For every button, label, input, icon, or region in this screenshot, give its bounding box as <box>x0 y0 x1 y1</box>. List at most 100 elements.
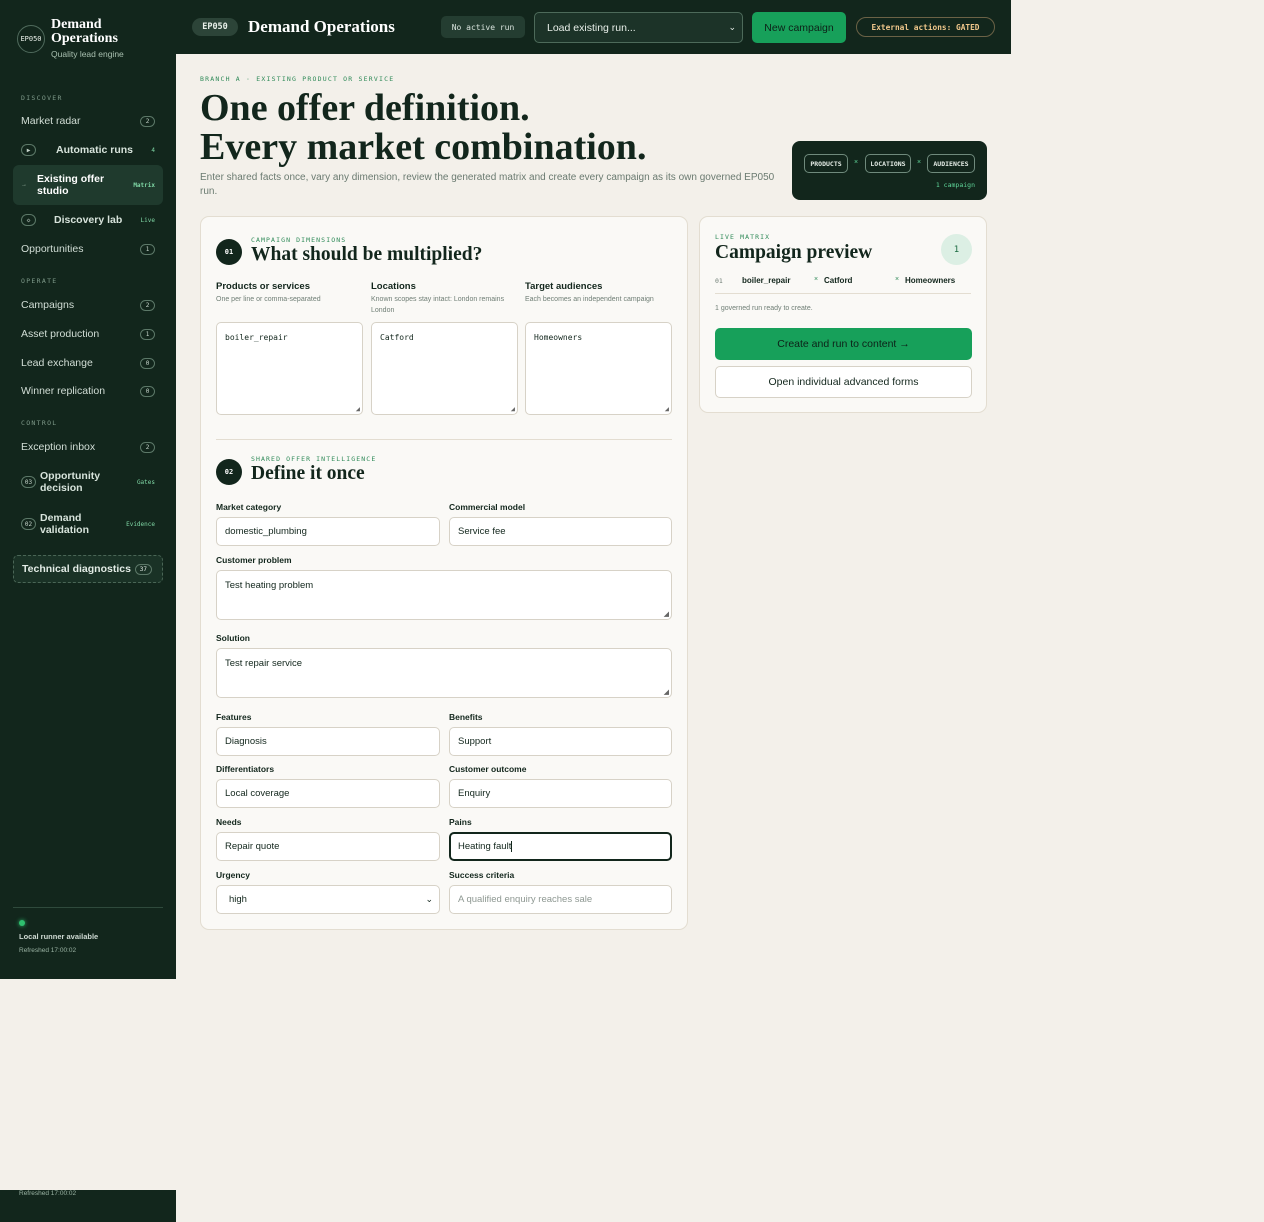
sidebar-item-opportunity-decision[interactable]: 03 Opportunity decision Gates <box>13 466 163 498</box>
market-category-input[interactable]: domestic_plumbing <box>216 517 440 546</box>
audiences-help: Each becomes an independent campaign <box>525 296 654 303</box>
section-discover: DISCOVER <box>21 94 63 102</box>
customer-problem-textarea[interactable]: Test heating problem ◢ <box>216 570 672 620</box>
products-help: One per line or comma-separated <box>216 296 321 303</box>
customer-problem-value: Test heating problem <box>225 580 314 591</box>
sidebar-item-label: Opportunity decision <box>40 470 101 494</box>
sidebar-item-existing-offer-studio[interactable]: → Existing offer studio Matrix <box>13 165 163 205</box>
locations-textarea[interactable]: Catford ◢ <box>371 322 518 415</box>
load-run-select[interactable]: Load existing run... ⌄ <box>534 12 743 43</box>
refreshed-time: Refreshed 17:00:02 <box>19 1190 77 1197</box>
external-actions-badge: External actions: GATED <box>856 17 995 37</box>
sidebar-item-demand-validation[interactable]: 02 Demand validation Evidence <box>13 508 163 540</box>
locations-value: Catford <box>380 333 414 342</box>
hero-title-line1: One offer definition. <box>200 87 530 129</box>
sidebar-item-campaigns[interactable]: Campaigns 2 <box>13 292 163 318</box>
new-campaign-button[interactable]: New campaign <box>752 12 846 43</box>
success-criteria-input[interactable]: A qualified enquiry reaches sale <box>449 885 672 914</box>
sidebar-item-label: Lead exchange <box>21 357 93 369</box>
audiences-textarea[interactable]: Homeowners ◢ <box>525 322 672 415</box>
locations-heading: Locations <box>371 281 416 292</box>
play-icon: ▶ <box>21 144 36 156</box>
sidebar-item-label: Asset production <box>21 328 100 340</box>
urgency-value: high <box>229 894 247 905</box>
solution-textarea[interactable]: Test repair service ◢ <box>216 648 672 698</box>
urgency-label: Urgency <box>216 870 251 880</box>
urgency-select[interactable]: high ⌄ <box>216 885 440 914</box>
sidebar-item-lead-exchange[interactable]: Lead exchange 0 <box>13 350 163 376</box>
brand-title-line1: Demand <box>51 17 102 32</box>
diamond-icon: ◇ <box>21 214 36 226</box>
section-divider <box>216 439 672 440</box>
count-badge: 37 <box>134 563 152 575</box>
resize-grip-icon[interactable]: ◢ <box>665 405 669 413</box>
text-cursor <box>511 841 513 852</box>
count-badge: 1 <box>140 243 155 255</box>
matrix-tag: Matrix <box>133 181 155 189</box>
sidebar-item-discovery-lab[interactable]: ◇ Discovery lab Live <box>13 207 163 233</box>
row-audience: Homeowners <box>905 276 956 285</box>
live-tag: Live <box>140 216 155 224</box>
sidebar-item-label: Automatic runs <box>56 144 134 156</box>
sidebar-item-label: Existing offer studio <box>37 173 105 197</box>
topbar: EP050 Demand Operations No active run Lo… <box>176 0 1011 54</box>
create-and-run-button[interactable]: Create and run to content → <box>715 328 972 360</box>
step-number: 02 <box>216 459 242 485</box>
row-product: boiler_repair <box>742 276 791 285</box>
technical-diagnostics-button[interactable]: Technical diagnostics 37 <box>13 555 163 583</box>
needs-label: Needs <box>216 817 242 827</box>
commercial-model-input[interactable]: Service fee <box>449 517 672 546</box>
step-02-icon: 02 <box>21 518 36 530</box>
chevron-down-icon: ⌄ <box>728 22 736 32</box>
customer-problem-label: Customer problem <box>216 555 292 565</box>
runner-status: Local runner available Refreshed 17:00:0… <box>13 907 163 954</box>
step-title: Define it once <box>251 463 365 484</box>
success-criteria-label: Success criteria <box>449 870 515 880</box>
differentiators-input[interactable]: Local coverage <box>216 779 440 808</box>
hero-title-line2: Every market combination. <box>200 125 647 168</box>
count-badge: 2 <box>140 441 155 453</box>
sidebar-item-market-radar[interactable]: Market radar 2 <box>13 108 163 134</box>
features-input[interactable]: Diagnosis <box>216 727 440 756</box>
times-icon: × <box>917 159 922 166</box>
preview-title: Campaign preview <box>715 242 873 263</box>
differentiators-label: Differentiators <box>216 764 275 774</box>
resize-grip-icon[interactable]: ◢ <box>664 688 669 696</box>
sidebar-item-label: Winner replication <box>21 385 106 397</box>
chevron-down-icon: ⌄ <box>425 894 433 904</box>
sidebar-item-automatic-runs[interactable]: ▶ Automatic runs 4 <box>13 137 163 163</box>
ready-status: 1 governed run ready to create. <box>715 305 813 312</box>
arrow-right-icon: → <box>21 182 27 188</box>
pains-label: Pains <box>449 817 472 827</box>
pains-value: Heating fault <box>458 841 512 852</box>
status-dot-icon <box>19 920 25 926</box>
locations-help: Known scopes stay intact: London remains… <box>371 296 505 314</box>
resize-grip-icon[interactable]: ◢ <box>664 610 669 618</box>
sidebar-item-exception-inbox[interactable]: Exception inbox 2 <box>13 434 163 460</box>
step-title: What should be multiplied? <box>251 244 483 265</box>
products-textarea[interactable]: boiler_repair ◢ <box>216 322 363 415</box>
sidebar-item-opportunities[interactable]: Opportunities 1 <box>13 236 163 262</box>
pains-input[interactable]: Heating fault <box>449 832 672 861</box>
hero-subtitle: Enter shared facts once, vary any dimens… <box>200 172 775 197</box>
run-id-pill: EP050 <box>192 18 238 36</box>
count-badge: 2 <box>140 115 155 127</box>
sidebar-item-label: Discovery lab <box>54 214 123 226</box>
resize-grip-icon[interactable]: ◢ <box>511 405 515 413</box>
refreshed-time: Refreshed 17:00:02 <box>19 947 77 954</box>
live-matrix-eyebrow: LIVE MATRIX <box>715 233 771 241</box>
locations-chip: LOCATIONS <box>865 154 911 173</box>
audiences-heading: Target audiences <box>525 281 603 292</box>
sidebar-item-label: Opportunities <box>21 243 84 255</box>
needs-input[interactable]: Repair quote <box>216 832 440 861</box>
resize-grip-icon[interactable]: ◢ <box>356 405 360 413</box>
benefits-input[interactable]: Support <box>449 727 672 756</box>
audiences-chip: AUDIENCES <box>927 154 975 173</box>
sidebar-item-asset-production[interactable]: Asset production 1 <box>13 321 163 347</box>
audiences-value: Homeowners <box>534 333 583 342</box>
open-advanced-forms-button[interactable]: Open individual advanced forms <box>715 366 972 398</box>
sidebar-item-winner-replication[interactable]: Winner replication 0 <box>13 378 163 404</box>
table-row: 01 boiler_repair × Catford × Homeowners <box>715 274 971 294</box>
count-badge: 0 <box>140 385 155 397</box>
customer-outcome-input[interactable]: Enquiry <box>449 779 672 808</box>
